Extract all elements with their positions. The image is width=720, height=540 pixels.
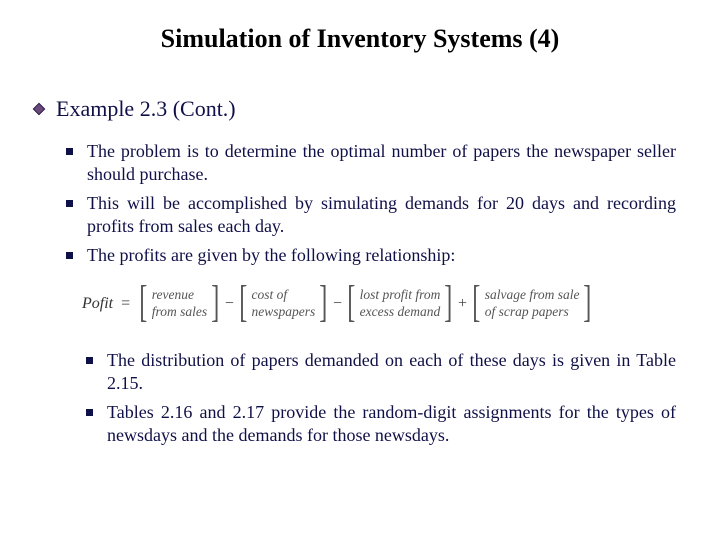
formula-term: [ lost profit from excess demand ]: [344, 281, 456, 327]
bracket-left-icon: [: [347, 281, 355, 327]
term-text: lost profit from excess demand: [359, 281, 442, 327]
bullet-text: The problem is to determine the optimal …: [87, 140, 676, 186]
bracket-right-icon: ]: [584, 281, 592, 327]
bracket-left-icon: [: [472, 281, 480, 327]
bracket-right-icon: ]: [211, 281, 219, 327]
list-item: The profits are given by the following r…: [66, 244, 676, 267]
bracket-right-icon: ]: [320, 281, 328, 327]
bullet-text: The profits are given by the following r…: [87, 244, 455, 267]
bracket-left-icon: [: [139, 281, 147, 327]
bullet-list-upper: The problem is to determine the optimal …: [66, 140, 676, 267]
minus-icon: −: [333, 295, 342, 313]
formula-term: [ salvage from sale of scrap papers ]: [469, 281, 595, 327]
diamond-icon: [32, 102, 46, 116]
bullet-text: Tables 2.16 and 2.17 provide the random-…: [107, 401, 676, 447]
bullet-text: The distribution of papers demanded on e…: [107, 349, 676, 395]
profit-formula: Pofit = [ revenue from sales ] − [ cost …: [82, 281, 676, 327]
term-text: revenue from sales: [151, 281, 208, 327]
list-item: Tables 2.16 and 2.17 provide the random-…: [86, 401, 676, 447]
square-icon: [66, 252, 73, 259]
list-item: This will be accomplished by simulating …: [66, 192, 676, 238]
list-item: The problem is to determine the optimal …: [66, 140, 676, 186]
example-heading-row: Example 2.3 (Cont.): [32, 96, 676, 122]
equals-sign: =: [121, 295, 130, 313]
formula-term: [ cost of newspapers ]: [236, 281, 331, 327]
bracket-left-icon: [: [239, 281, 247, 327]
plus-icon: +: [458, 295, 467, 313]
minus-icon: −: [225, 295, 234, 313]
bullet-text: This will be accomplished by simulating …: [87, 192, 676, 238]
term-text: cost of newspapers: [251, 281, 317, 327]
list-item: The distribution of papers demanded on e…: [86, 349, 676, 395]
square-icon: [66, 200, 73, 207]
square-icon: [86, 409, 93, 416]
square-icon: [86, 357, 93, 364]
formula-lhs: Pofit: [82, 295, 113, 313]
example-heading: Example 2.3 (Cont.): [56, 96, 236, 122]
term-text: salvage from sale of scrap papers: [484, 281, 581, 327]
formula-term: [ revenue from sales ]: [136, 281, 223, 327]
square-icon: [66, 148, 73, 155]
page-title: Simulation of Inventory Systems (4): [44, 24, 676, 54]
bracket-right-icon: ]: [445, 281, 453, 327]
bullet-list-lower: The distribution of papers demanded on e…: [86, 349, 676, 447]
